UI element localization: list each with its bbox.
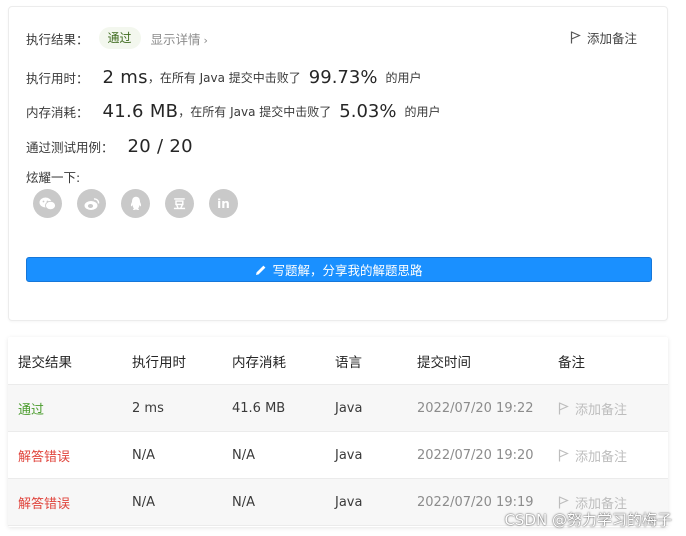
row-memory: N/A <box>232 494 255 510</box>
social-share-bar: 豆 in <box>33 189 253 218</box>
row-submit-time: 2022/07/20 19:20 <box>417 447 534 463</box>
row-add-note-button[interactable]: 添加备注 <box>558 432 627 478</box>
memory-value: 41.6 MB <box>102 100 179 122</box>
header-memory[interactable]: 内存消耗 <box>232 337 286 384</box>
row-result-link[interactable]: 通过 <box>18 385 44 431</box>
runtime-percent: 99.73% <box>308 66 378 88</box>
row-language: Java <box>335 400 363 416</box>
submissions-table: 提交结果 执行用时 内存消耗 语言 提交时间 备注 通过 2 ms 41.6 M… <box>8 337 668 527</box>
runtime-value: 2 ms <box>102 66 148 88</box>
table-header: 提交结果 执行用时 内存消耗 语言 提交时间 备注 <box>8 337 668 385</box>
memory-beats-text: ，在所有 Java 提交中击败了 <box>178 104 332 119</box>
linkedin-glyph: in <box>217 196 230 211</box>
share-label: 炫耀一下: <box>26 170 81 185</box>
row-runtime: 2 ms <box>132 400 164 416</box>
testcases-label: 通过测试用例： <box>26 139 114 155</box>
status-row: 执行结果： 通过 显示详情 › <box>26 26 208 50</box>
submission-result-card: 执行结果： 通过 显示详情 › 添加备注 执行用时： 2 ms ，在所有 Java… <box>8 6 668 321</box>
testcases-row: 通过测试用例： 20 / 20 <box>26 131 193 161</box>
wechat-icon[interactable] <box>33 189 62 218</box>
add-note-button[interactable]: 添加备注 <box>570 28 637 47</box>
table-row[interactable]: 解答错误 N/A N/A Java 2022/07/20 19:20 添加备注 <box>8 432 668 479</box>
csdn-watermark: CSDN @努力学习的梅子 <box>504 511 672 529</box>
flag-icon <box>570 31 581 44</box>
header-runtime[interactable]: 执行用时 <box>132 337 186 384</box>
row-memory: N/A <box>232 447 255 463</box>
row-submit-time: 2022/07/20 19:22 <box>417 400 534 416</box>
header-note: 备注 <box>558 354 585 371</box>
testcases-value: 20 / 20 <box>127 135 193 157</box>
show-details-label: 显示详情 <box>150 31 201 47</box>
row-add-note-label: 添加备注 <box>575 402 628 418</box>
chevron-right-icon: › <box>203 33 208 47</box>
memory-row: 内存消耗： 41.6 MB ，在所有 Java 提交中击败了 5.03% 的用户 <box>26 96 440 126</box>
runtime-users-text: 的用户 <box>385 70 422 85</box>
row-result-link[interactable]: 解答错误 <box>18 432 70 478</box>
douban-icon[interactable]: 豆 <box>165 189 194 218</box>
table-row[interactable]: 通过 2 ms 41.6 MB Java 2022/07/20 19:22 添加… <box>8 385 668 432</box>
row-language: Java <box>335 447 363 463</box>
status-badge: 通过 <box>98 27 141 49</box>
row-result-link[interactable]: 解答错误 <box>18 479 70 525</box>
memory-percent: 5.03% <box>339 100 397 122</box>
weibo-icon[interactable] <box>77 189 106 218</box>
memory-users-text: 的用户 <box>404 104 441 119</box>
row-add-note-label: 添加备注 <box>575 449 628 465</box>
write-solution-label: 写题解，分享我的解题思路 <box>272 263 423 278</box>
flag-icon <box>558 401 569 414</box>
status-label: 执行结果： <box>26 31 89 47</box>
flag-icon <box>558 495 569 508</box>
runtime-row: 执行用时： 2 ms ，在所有 Java 提交中击败了 99.73% 的用户 <box>26 62 421 92</box>
header-language[interactable]: 语言 <box>335 337 362 384</box>
row-add-note-button[interactable]: 添加备注 <box>558 385 627 431</box>
header-result[interactable]: 提交结果 <box>18 337 72 384</box>
header-submit-time[interactable]: 提交时间 <box>417 337 471 384</box>
flag-icon <box>558 448 569 461</box>
row-runtime: N/A <box>132 447 155 463</box>
runtime-label: 执行用时： <box>26 70 89 86</box>
qq-icon[interactable] <box>121 189 150 218</box>
runtime-beats-text: ，在所有 Java 提交中击败了 <box>147 70 301 85</box>
row-language: Java <box>335 494 363 510</box>
linkedin-icon[interactable]: in <box>209 189 238 218</box>
show-details-link[interactable]: 显示详情 › <box>151 29 208 48</box>
row-memory: 41.6 MB <box>232 400 286 416</box>
row-runtime: N/A <box>132 494 155 510</box>
douban-glyph: 豆 <box>173 197 186 211</box>
write-solution-button[interactable]: 写题解，分享我的解题思路 <box>26 257 652 282</box>
memory-label: 内存消耗： <box>26 104 89 120</box>
add-note-label: 添加备注 <box>586 31 637 46</box>
pencil-icon <box>256 265 266 275</box>
